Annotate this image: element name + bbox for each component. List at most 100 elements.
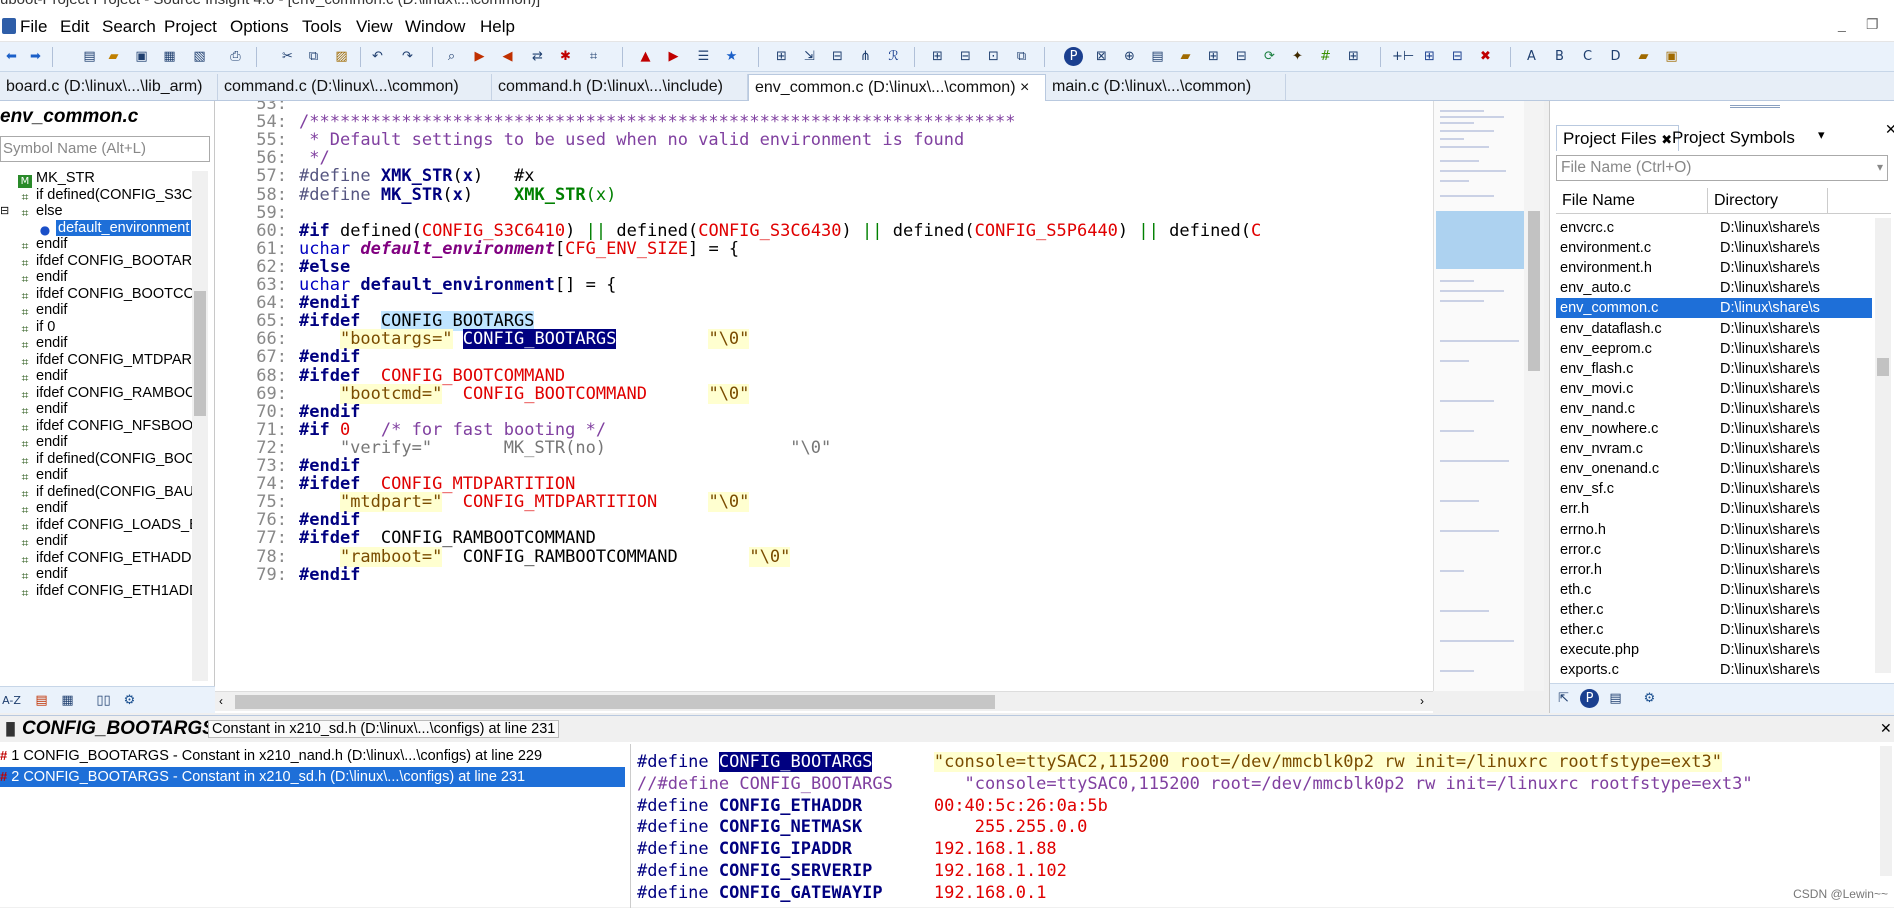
editor-horizontal-scrollbar[interactable]: ‹ ›: [215, 691, 1433, 711]
file-row[interactable]: env_nowhere.c D:\linux\share\s: [1556, 419, 1872, 439]
menu-file[interactable]: File: [20, 17, 47, 37]
delete-icon[interactable]: ✖: [1476, 47, 1495, 66]
symbol-window-icon[interactable]: ⊠: [1092, 47, 1111, 66]
symbol-scrollbar[interactable]: [192, 171, 208, 681]
context-window-icon[interactable]: ▤: [1148, 47, 1167, 66]
scrollbar-thumb[interactable]: [1528, 211, 1540, 371]
close-icon[interactable]: ×: [1020, 79, 1029, 96]
category-icon[interactable]: ▦: [58, 691, 77, 710]
project-p-icon[interactable]: P: [1580, 689, 1599, 708]
reference-item[interactable]: #1 CONFIG_BOOTARGS - Constant in x210_na…: [0, 746, 625, 766]
browse-icon[interactable]: ⊕: [1120, 47, 1139, 66]
scrollbar-thumb[interactable]: [194, 291, 206, 416]
relation-icon[interactable]: ℛ: [884, 47, 903, 66]
menu-search[interactable]: Search: [102, 17, 156, 37]
layout-1-icon[interactable]: ⊞: [928, 47, 947, 66]
scrollbar-thumb[interactable]: [1877, 358, 1889, 376]
file-row[interactable]: execute.php D:\linux\share\s: [1556, 640, 1872, 660]
find-prev-icon[interactable]: ◀: [498, 47, 517, 66]
tree-item[interactable]: ⌗ ifdef CONFIG_ETH1ADD: [0, 581, 192, 601]
details-icon[interactable]: ▤: [1606, 689, 1625, 708]
layout-3-icon[interactable]: ⊡: [984, 47, 1003, 66]
call-tree-icon[interactable]: ⋔: [856, 47, 875, 66]
close-icon[interactable]: ✕: [1885, 121, 1894, 138]
file-row[interactable]: env_eeprom.c D:\linux\share\s: [1556, 339, 1872, 359]
forward-icon[interactable]: ➡: [26, 47, 45, 66]
close-file-icon[interactable]: ▧: [190, 47, 209, 66]
file-row[interactable]: errno.h D:\linux\share\s: [1556, 520, 1872, 540]
code-area[interactable]: 53: 54:/*********************************…: [215, 101, 1433, 686]
hash-icon[interactable]: #: [1316, 47, 1335, 66]
collapse-icon[interactable]: ⊟: [1448, 47, 1467, 66]
tab-command-h[interactable]: command.h (D:\linux\...\include): [492, 74, 748, 100]
pin-icon[interactable]: ▐▌: [2, 722, 19, 736]
scroll-right-icon[interactable]: ›: [1420, 694, 1424, 708]
file-row[interactable]: ether.c D:\linux\share\s: [1556, 600, 1872, 620]
find-next-icon[interactable]: ▶: [470, 47, 489, 66]
paste-icon[interactable]: ▨: [332, 47, 351, 66]
list-view-icon[interactable]: ▤: [32, 691, 51, 710]
tab-command-c[interactable]: command.c (D:\linux\...\common): [218, 74, 492, 100]
jump-to-definition-icon[interactable]: ⇲: [800, 47, 819, 66]
clip-icon[interactable]: ▰: [1176, 47, 1195, 66]
overview-scroller[interactable]: [1433, 101, 1544, 691]
file-row[interactable]: env_flash.c D:\linux\share\s: [1556, 359, 1872, 379]
file-row[interactable]: env_sf.c D:\linux\share\s: [1556, 479, 1872, 499]
reference-icon[interactable]: ⊟: [828, 47, 847, 66]
menu-view[interactable]: View: [356, 17, 393, 37]
tab-project-symbols[interactable]: Project Symbols: [1666, 125, 1801, 151]
column-file-name[interactable]: File Name: [1556, 188, 1708, 214]
view-c-icon[interactable]: C: [1578, 47, 1597, 66]
file-row[interactable]: env_common.c D:\linux\share\s: [1556, 298, 1872, 319]
view-e-icon[interactable]: ▰: [1634, 47, 1653, 66]
bookmark-icon[interactable]: ▲: [636, 47, 655, 66]
context-code-preview[interactable]: #define CONFIG_BOOTARGS "console=ttySAC2…: [630, 744, 1878, 908]
expand-icon[interactable]: ⊞: [1420, 47, 1439, 66]
menu-options[interactable]: Options: [230, 17, 289, 37]
file-row[interactable]: env_nvram.c D:\linux\share\s: [1556, 439, 1872, 459]
file-row[interactable]: ether.c D:\linux\share\s: [1556, 620, 1872, 640]
sync-icon[interactable]: ⟳: [1260, 47, 1279, 66]
menu-help[interactable]: Help: [480, 17, 515, 37]
file-row[interactable]: env_onenand.c D:\linux\share\s: [1556, 459, 1872, 479]
replace-icon[interactable]: ⇄: [528, 47, 547, 66]
file-row[interactable]: error.h D:\linux\share\s: [1556, 560, 1872, 580]
file-name-search-input[interactable]: File Name (Ctrl+O) ▾: [1556, 155, 1888, 181]
open-icon[interactable]: ⇱: [1554, 689, 1573, 708]
file-row[interactable]: exports.c D:\linux\share\s: [1556, 660, 1872, 680]
minimize-icon[interactable]: _: [1838, 16, 1846, 32]
jump-icon[interactable]: ★: [722, 47, 741, 66]
view-a-icon[interactable]: A: [1522, 47, 1541, 66]
chevron-down-icon[interactable]: ▾: [1877, 160, 1883, 174]
file-row[interactable]: env_dataflash.c D:\linux\share\s: [1556, 319, 1872, 339]
file-row[interactable]: eth.c D:\linux\share\s: [1556, 580, 1872, 600]
save-icon[interactable]: ▣: [132, 47, 151, 66]
bird-icon[interactable]: ✦: [1288, 47, 1307, 66]
symbol-info-icon[interactable]: ⊞: [772, 47, 791, 66]
file-row[interactable]: err.h D:\linux\share\s: [1556, 499, 1872, 519]
tab-env-common-c[interactable]: env_common.c (D:\linux\...\common) ×: [748, 74, 1046, 102]
settings-gear-icon[interactable]: ⚙: [1640, 689, 1659, 708]
reference-item[interactable]: #2 CONFIG_BOOTARGS - Constant in x210_sd…: [0, 767, 625, 787]
column-directory[interactable]: Directory: [1708, 188, 1828, 214]
context-scrollbar[interactable]: [1880, 746, 1892, 876]
print-icon[interactable]: ⎙: [226, 47, 245, 66]
symbol-search-input[interactable]: Symbol Name (Alt+L): [0, 136, 210, 162]
scrollbar-thumb[interactable]: [235, 695, 995, 709]
file-row[interactable]: envcrc.c D:\linux\share\s: [1556, 218, 1872, 238]
indent-icon[interactable]: +⊢: [1392, 47, 1414, 66]
restore-icon[interactable]: ❐: [1866, 16, 1879, 33]
tab-main-c[interactable]: main.c (D:\linux\...\common): [1046, 74, 1286, 100]
back-icon[interactable]: ⬅: [2, 47, 21, 66]
redo-icon[interactable]: ↷: [398, 47, 417, 66]
sort-az-icon[interactable]: A-Z: [2, 691, 21, 710]
bookmark-next-icon[interactable]: ▶: [664, 47, 683, 66]
cut-icon[interactable]: ✂: [278, 47, 297, 66]
pane-grip[interactable]: [1730, 105, 1780, 108]
menu-tools[interactable]: Tools: [302, 17, 342, 37]
open-folder-icon[interactable]: ▰: [104, 47, 123, 66]
grid-icon[interactable]: ⊞: [1344, 47, 1363, 66]
menu-project[interactable]: Project: [164, 17, 217, 37]
save-all-icon[interactable]: ▦: [160, 47, 179, 66]
lock-icon[interactable]: ⊟: [1232, 47, 1251, 66]
